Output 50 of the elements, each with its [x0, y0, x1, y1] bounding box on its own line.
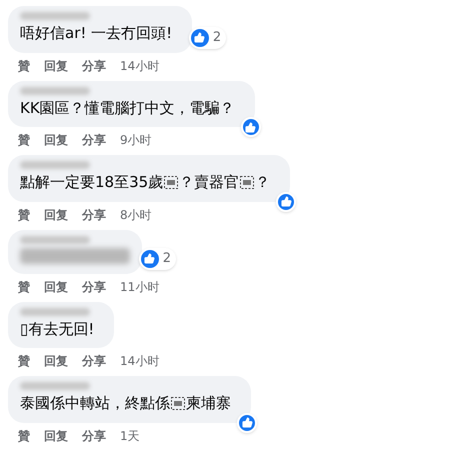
reaction-badge[interactable]: 2	[138, 248, 176, 270]
like-icon	[190, 28, 209, 47]
comment-text: ？賣器官	[179, 172, 240, 193]
like-icon[interactable]	[276, 192, 296, 212]
comment-action[interactable]: 贊	[18, 278, 30, 296]
comment-action[interactable]: 分享	[82, 131, 106, 149]
comment-action[interactable]: 回复	[44, 426, 68, 444]
comment-text: ▯有去无回!	[20, 318, 94, 340]
reaction-badge[interactable]: 2	[188, 27, 226, 48]
comment-time[interactable]: 1天	[120, 426, 140, 444]
comment-text: 點解一定要18至35歲	[20, 172, 164, 193]
comment-action[interactable]: 回复	[44, 206, 68, 224]
comment-time[interactable]: 9小时	[120, 131, 152, 149]
like-icon[interactable]	[240, 117, 261, 137]
comment-action[interactable]: 回复	[44, 56, 68, 74]
blurred-name	[20, 308, 90, 316]
blurred-name	[20, 12, 90, 20]
object-placeholder-icon	[171, 396, 185, 410]
blurred-name	[20, 382, 90, 390]
comment-action[interactable]: 分享	[82, 206, 106, 224]
comment-action[interactable]: 分享	[82, 352, 106, 370]
comment-action[interactable]: 回复	[44, 278, 68, 296]
comment-time[interactable]: 11小时	[120, 278, 160, 296]
comment-time[interactable]: 8小时	[120, 206, 152, 224]
comment-text: KK園區？懂電腦打中文，電騙？	[20, 98, 235, 118]
comment-action[interactable]: 贊	[18, 206, 30, 224]
comment-action[interactable]: 回复	[44, 352, 68, 370]
comment-time[interactable]: 14小时	[120, 56, 160, 74]
comment-text: 唔好信ar! 一去冇回頭!	[20, 23, 172, 44]
object-placeholder-icon	[240, 176, 254, 189]
comment-text: ？	[255, 172, 270, 193]
comment-action[interactable]: 贊	[18, 352, 30, 370]
comment-action[interactable]: 贊	[18, 426, 30, 444]
blurred-name	[20, 161, 90, 169]
comment-action[interactable]: 回复	[44, 131, 68, 149]
blurred-name	[20, 236, 90, 244]
comment-action[interactable]: 分享	[82, 278, 106, 296]
like-icon[interactable]	[237, 412, 257, 432]
comment-action[interactable]: 分享	[82, 426, 106, 444]
like-icon	[140, 250, 159, 268]
comment-action[interactable]: 贊	[18, 131, 30, 149]
reaction-count: 2	[212, 29, 222, 47]
reaction-count: 2	[162, 250, 171, 268]
blurred-name	[20, 86, 90, 94]
comment-text: 泰國係中轉站，終點係	[20, 393, 170, 414]
comment-text: 柬埔寨	[186, 393, 231, 414]
comment-action[interactable]: 分享	[82, 56, 106, 74]
comment-action[interactable]: 贊	[18, 56, 30, 74]
comment-time[interactable]: 14小时	[120, 352, 160, 370]
object-placeholder-icon	[164, 176, 178, 189]
